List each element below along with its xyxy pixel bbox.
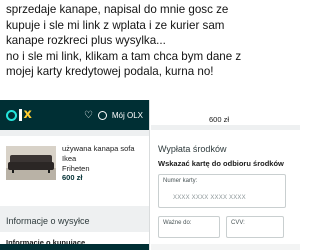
payout-title: Wypłata środków (158, 144, 227, 154)
caption-line: kupuje i sle mi link z wplata i ze kurie… (6, 18, 225, 32)
caption-line: no i sle mi link, klikam a tam chca bym … (6, 49, 242, 63)
listing-summary: 600 zł (151, 100, 300, 130)
cvv-label: CVV: (231, 220, 245, 226)
bottom-nav (0, 244, 149, 250)
right-screenshot-payment-form: 600 zł Wypłata środków Wskazać kartę do … (151, 100, 300, 250)
user-icon[interactable] (97, 110, 107, 120)
sofa-thumbnail (6, 146, 56, 180)
olx-logo[interactable]: x (6, 108, 32, 121)
listing-title: używana kanapa sofa Ikea Friheten (62, 144, 135, 173)
listing-card[interactable]: używana kanapa sofa Ikea Friheten 600 zł (0, 136, 149, 206)
left-screenshot-olx-listing: x ♡ Mój OLX używana kanapa sofa Ikea Fri… (0, 100, 150, 250)
payout-instruction: Wskazać kartę do odbioru środków (158, 159, 284, 168)
caption-line: mojej karty kredytowej podala, kurna no! (6, 65, 214, 79)
shipping-info-heading: Informacje o wysyłce (6, 216, 90, 226)
heart-icon[interactable]: ♡ (84, 110, 93, 121)
summary-price: 600 zł (209, 115, 230, 124)
caption-line: sprzedaje kanape, napisal do mnie gosc z… (6, 3, 229, 16)
caption-text: sprzedaje kanape, napisal do mnie gosc z… (6, 2, 298, 80)
caption-line: kanape rozkreci plus wysylka... (6, 34, 166, 48)
card-number-label: Numer karty: (163, 178, 198, 184)
listing-price: 600 zł (62, 173, 83, 182)
my-olx-link[interactable]: Mój OLX (112, 111, 143, 120)
olx-header: x ♡ Mój OLX (0, 100, 149, 130)
card-number-placeholder: XXXX XXXX XXXX XXXX (173, 195, 246, 201)
expiry-label: Ważne do: (163, 220, 192, 226)
expiry-field[interactable]: Ważne do: (158, 216, 220, 238)
cvv-field[interactable]: CVV: (226, 216, 284, 238)
bottom-bar (151, 244, 300, 250)
card-number-field[interactable]: Numer karty: XXXX XXXX XXXX XXXX (158, 174, 286, 208)
